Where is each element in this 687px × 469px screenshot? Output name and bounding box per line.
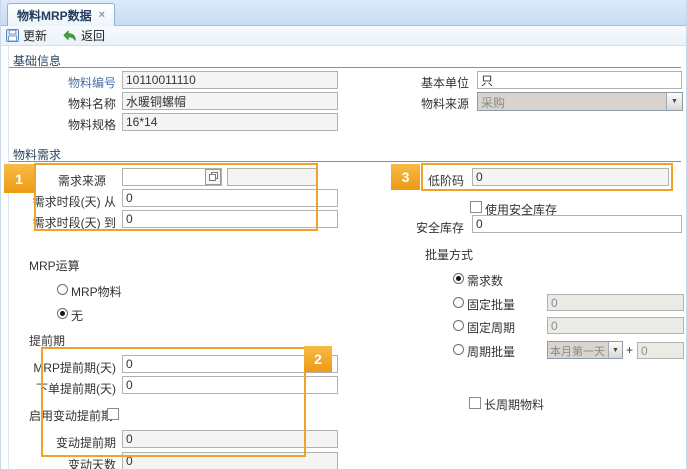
low-level-code-label: 低阶码	[428, 172, 464, 189]
cycle-batch-select[interactable]: 本月第一天 ▼	[547, 341, 623, 359]
order-lead-label: 下单提前期(天)	[36, 380, 116, 397]
mrp-none-label[interactable]: 无	[71, 307, 83, 324]
close-icon[interactable]: ×	[99, 10, 105, 21]
order-lead-field[interactable]	[122, 376, 338, 394]
update-button-label: 更新	[23, 27, 47, 44]
demand-period-to-field[interactable]	[122, 210, 338, 228]
base-unit-field[interactable]	[477, 71, 682, 89]
lead-time-title: 提前期	[29, 332, 65, 349]
material-no-label: 物料编号	[68, 74, 116, 91]
mrp-lead-label: MRP提前期(天)	[33, 359, 116, 376]
cycle-batch-days-field[interactable]	[637, 342, 684, 359]
tab-bar: 物料MRP数据 ×	[1, 0, 686, 26]
variable-lead-field[interactable]	[122, 430, 338, 448]
annotation-badge-1: 1	[4, 164, 34, 193]
material-spec-label: 物料规格	[68, 116, 116, 133]
toolbar: 更新 返回	[1, 26, 686, 46]
cycle-batch-option: 本月第一天	[548, 342, 608, 358]
long-period-label[interactable]: 长周期物料	[484, 396, 544, 413]
fixed-period-label[interactable]: 固定周期	[467, 319, 515, 336]
tab-material-mrp-data[interactable]: 物料MRP数据 ×	[7, 3, 115, 26]
save-icon	[6, 29, 19, 42]
demand-period-to-label: 需求时段(天) 到	[33, 214, 116, 231]
mrp-material-label[interactable]: MRP物料	[71, 283, 122, 300]
demand-source-label: 需求来源	[58, 172, 106, 189]
fixed-period-radio[interactable]	[453, 320, 464, 331]
material-no-field[interactable]	[122, 71, 338, 89]
fixed-batch-label[interactable]: 固定批量	[467, 296, 515, 313]
annotation-badge-2: 2	[304, 346, 332, 372]
mrp-calc-title: MRP运算	[29, 257, 80, 274]
safety-stock-label: 安全库存	[416, 219, 464, 236]
demand-qty-radio[interactable]	[453, 273, 464, 284]
low-level-code-field[interactable]	[472, 168, 669, 186]
variable-lead-enable-label[interactable]: 启用变动提前期	[29, 407, 113, 424]
material-mrp-window: 物料MRP数据 × 更新 返回 基础信息 物料编号 物料名称 物料规格 基本单位…	[0, 0, 687, 469]
update-button[interactable]: 更新	[6, 27, 47, 44]
material-spec-field[interactable]	[122, 113, 338, 131]
fixed-batch-field[interactable]	[547, 294, 684, 311]
demand-period-from-label: 需求时段(天) 从	[33, 193, 116, 210]
variable-days-label: 变动天数	[68, 456, 116, 469]
batch-mode-title: 批量方式	[425, 246, 473, 263]
back-arrow-icon	[63, 30, 77, 42]
cycle-batch-label[interactable]: 周期批量	[467, 343, 515, 360]
material-name-label: 物料名称	[68, 95, 116, 112]
variable-days-field[interactable]	[122, 452, 338, 469]
mrp-none-radio[interactable]	[57, 308, 68, 319]
chevron-down-icon[interactable]: ▼	[608, 342, 622, 358]
section-divider-material-demand	[9, 161, 681, 162]
plus-sign: +	[626, 343, 633, 357]
material-source-select[interactable]: 采购 ▼	[477, 92, 683, 111]
demand-source-lookup-button[interactable]	[205, 169, 221, 185]
mrp-material-radio[interactable]	[57, 284, 68, 295]
demand-source-name-field[interactable]	[227, 168, 318, 186]
material-source-label: 物料来源	[421, 95, 469, 112]
use-safety-stock-checkbox[interactable]	[470, 201, 482, 213]
back-button[interactable]: 返回	[63, 27, 105, 44]
copy-squares-icon	[209, 170, 218, 184]
chevron-down-icon[interactable]: ▼	[666, 93, 682, 110]
long-period-checkbox[interactable]	[469, 397, 481, 409]
fixed-period-field[interactable]	[547, 317, 684, 334]
material-name-field[interactable]	[122, 92, 338, 110]
back-button-label: 返回	[81, 27, 105, 44]
variable-lead-enable-checkbox[interactable]	[107, 408, 119, 420]
fixed-batch-radio[interactable]	[453, 297, 464, 308]
variable-lead-label: 变动提前期	[56, 434, 116, 451]
base-unit-label: 基本单位	[421, 74, 469, 91]
section-divider-basic-info	[9, 67, 681, 68]
annotation-badge-3: 3	[391, 164, 420, 190]
tab-title: 物料MRP数据	[17, 7, 92, 24]
safety-stock-field[interactable]	[472, 215, 682, 233]
material-source-value: 采购	[478, 93, 666, 110]
cycle-batch-radio[interactable]	[453, 344, 464, 355]
demand-period-from-field[interactable]	[122, 189, 338, 207]
demand-qty-label[interactable]: 需求数	[467, 272, 503, 289]
panel-left-edge	[8, 46, 9, 469]
